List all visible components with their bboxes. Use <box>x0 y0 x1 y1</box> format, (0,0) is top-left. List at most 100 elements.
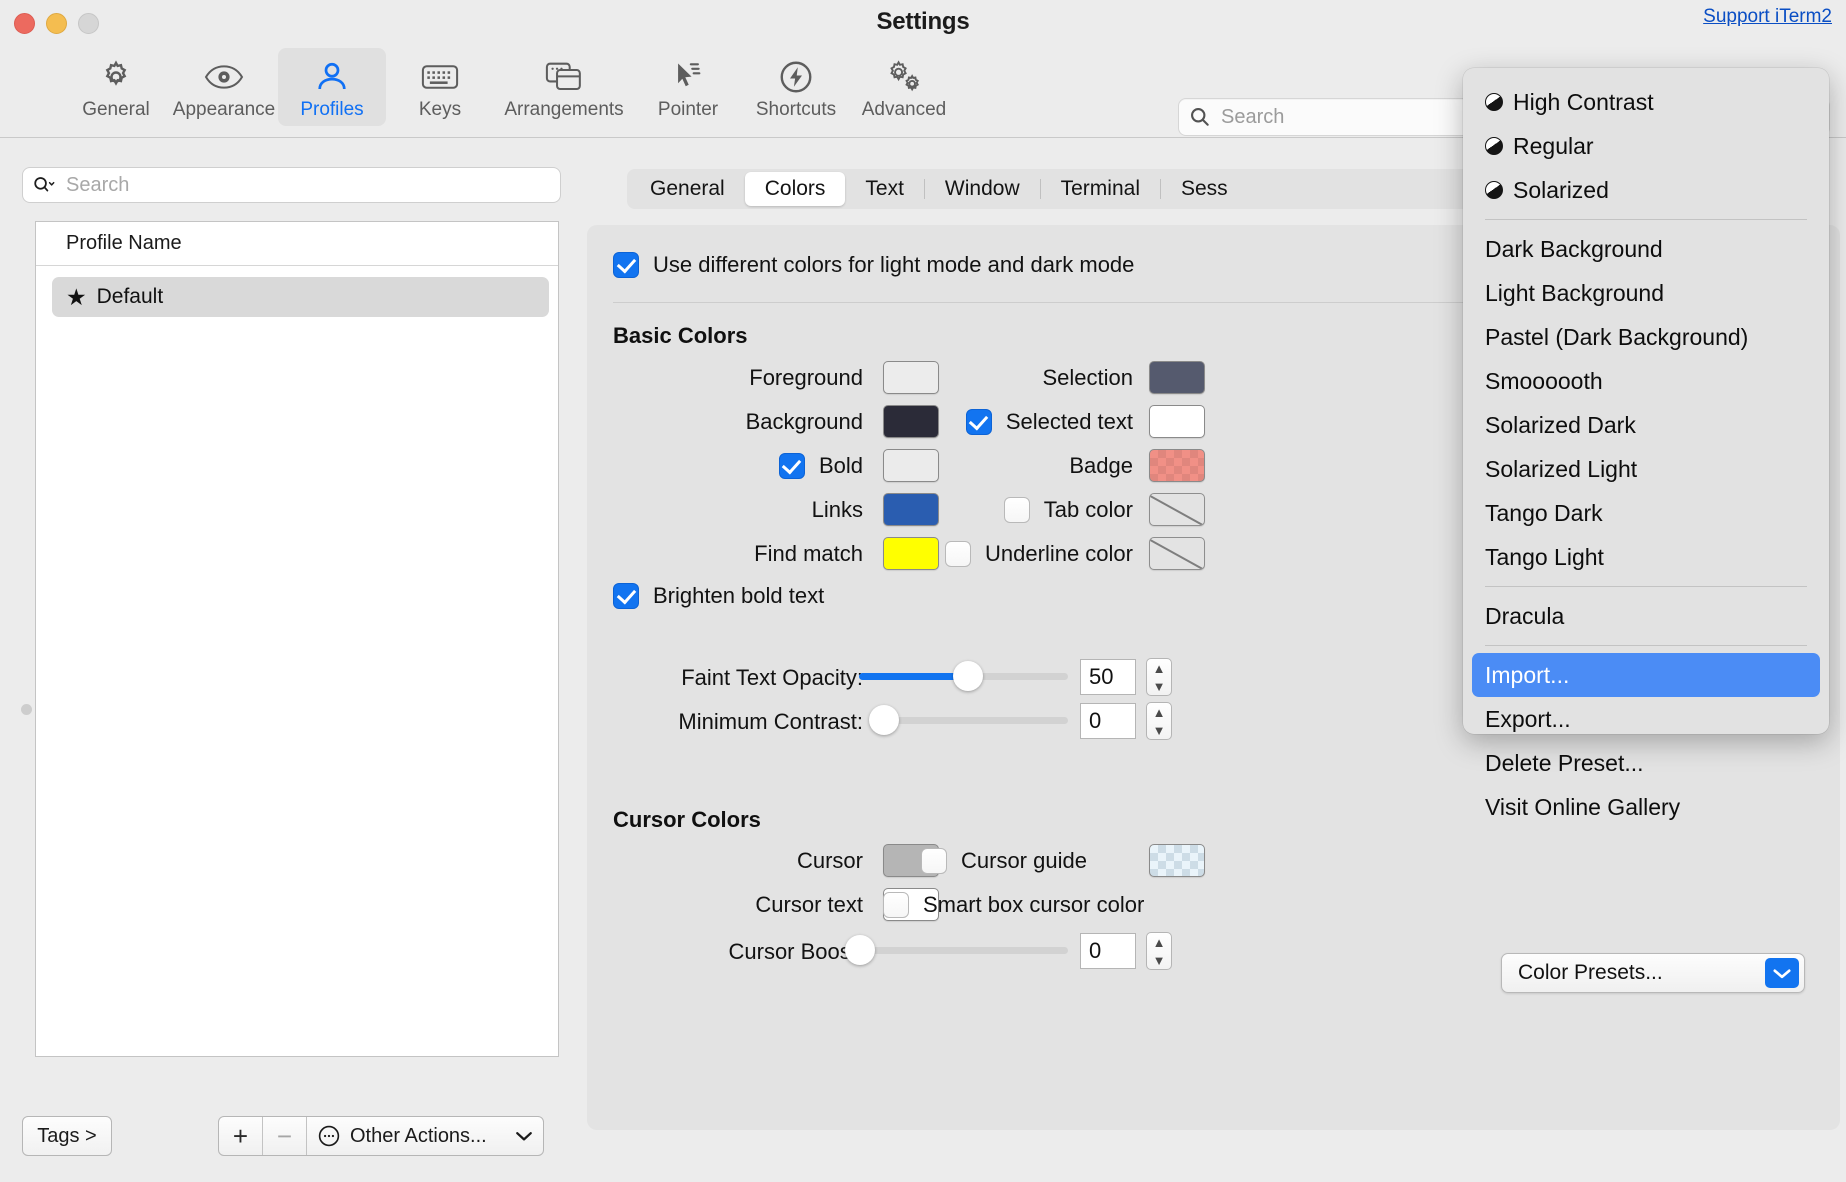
menu-item-visit-online-gallery[interactable]: Visit Online Gallery <box>1463 785 1829 829</box>
chevron-down-icon <box>516 1132 532 1141</box>
menu-item-label: Solarized <box>1513 176 1609 203</box>
color-presets-label: Color Presets... <box>1518 961 1663 984</box>
menu-item-light-background[interactable]: Light Background <box>1463 271 1829 315</box>
table-row[interactable]: ★ Default <box>52 277 549 317</box>
brighten-bold-row[interactable]: Brighten bold text <box>613 583 824 609</box>
menu-item-solarized-light[interactable]: Solarized Light <box>1463 447 1829 491</box>
selected-text-checkbox[interactable] <box>965 409 992 435</box>
toolbar-items: General Appearance Profiles Keys Arrange… <box>62 48 958 126</box>
tab-window[interactable]: Window <box>925 172 1040 206</box>
menu-item-high-contrast[interactable]: High Contrast <box>1463 80 1829 124</box>
links-label-wrap: Links <box>613 493 863 527</box>
tab-text[interactable]: Text <box>845 172 924 206</box>
tags-button[interactable]: Tags > <box>22 1116 112 1156</box>
chevron-down-icon[interactable] <box>1765 958 1799 988</box>
background-label: Background <box>745 409 863 434</box>
menu-item-tango-dark[interactable]: Tango Dark <box>1463 491 1829 535</box>
tab-colors[interactable]: Colors <box>744 172 846 206</box>
stepper-down-icon[interactable]: ▼ <box>1153 680 1166 693</box>
add-profile-button[interactable]: + <box>219 1117 263 1155</box>
background-label-wrap: Background <box>613 405 863 439</box>
cursor-boost-stepper[interactable]: ▲ ▼ <box>1146 932 1172 970</box>
support-iterm2-link[interactable]: Support iTerm2 <box>1703 6 1832 28</box>
toolbar-item-appearance[interactable]: Appearance <box>170 48 278 126</box>
find-match-label-wrap: Find match <box>613 537 863 571</box>
slider-knob[interactable] <box>869 705 899 735</box>
menu-item-delete-preset[interactable]: Delete Preset... <box>1463 741 1829 785</box>
cursor-guide-swatch[interactable] <box>1149 844 1205 877</box>
other-actions-popup[interactable]: Other Actions... <box>307 1117 543 1155</box>
use-different-colors-checkbox[interactable] <box>613 252 639 278</box>
cursor-label-wrap: Cursor <box>613 844 863 878</box>
toolbar-item-general[interactable]: General <box>62 48 170 126</box>
sidebar-bottom-bar: Tags > + − Other Actions... <box>22 1116 562 1160</box>
tab-color-swatch[interactable] <box>1149 493 1205 526</box>
menu-item-regular[interactable]: Regular <box>1463 124 1829 168</box>
cursor-icon <box>671 58 705 96</box>
menu-item-pastel-dark-background[interactable]: Pastel (Dark Background) <box>1463 315 1829 359</box>
stepper-down-icon[interactable]: ▼ <box>1153 724 1166 737</box>
faint-opacity-label-wrap: Faint Text Opacity: <box>613 661 863 695</box>
cursor-guide-checkbox[interactable] <box>921 848 947 874</box>
toolbar-item-pointer[interactable]: Pointer <box>634 48 742 126</box>
smart-box-cursor-checkbox[interactable] <box>883 892 909 918</box>
smart-box-cursor-row[interactable]: Smart box cursor color <box>883 888 1144 922</box>
min-contrast-slider[interactable] <box>869 705 1068 735</box>
toolbar-label: Keys <box>418 99 462 120</box>
toolbar-item-advanced[interactable]: Advanced <box>850 48 958 126</box>
faint-opacity-slider[interactable] <box>859 661 1068 691</box>
faint-opacity-label: Faint Text Opacity: <box>681 665 863 690</box>
cursor-boost-value[interactable]: 0 <box>1080 933 1136 969</box>
underline-color-checkbox[interactable] <box>945 541 972 567</box>
selected-text-swatch[interactable] <box>1149 405 1205 438</box>
menu-separator <box>1485 219 1807 220</box>
menu-item-tango-light[interactable]: Tango Light <box>1463 535 1829 579</box>
min-contrast-stepper[interactable]: ▲ ▼ <box>1146 702 1172 740</box>
menu-item-solarized[interactable]: Solarized <box>1463 168 1829 212</box>
slider-knob[interactable] <box>953 661 984 691</box>
cursor-boost-slider[interactable] <box>845 935 1068 965</box>
tab-color-checkbox[interactable] <box>1003 497 1030 523</box>
star-icon: ★ <box>66 283 87 310</box>
brighten-bold-checkbox[interactable] <box>613 583 639 609</box>
window-title: Settings <box>876 8 970 35</box>
cursor-guide-row[interactable]: Cursor guide <box>921 844 1087 878</box>
profile-name: Default <box>96 285 164 308</box>
min-contrast-value[interactable]: 0 <box>1080 703 1136 739</box>
faint-opacity-value[interactable]: 50 <box>1080 659 1136 695</box>
badge-swatch[interactable] <box>1149 449 1205 482</box>
toolbar-item-shortcuts[interactable]: Shortcuts <box>742 48 850 126</box>
profiles-table: Profile Name ★ Default <box>35 221 559 1057</box>
menu-item-smoooooth[interactable]: Smoooooth <box>1463 359 1829 403</box>
menu-item-solarized-dark[interactable]: Solarized Dark <box>1463 403 1829 447</box>
toolbar-item-profiles[interactable]: Profiles <box>278 48 386 126</box>
toolbar-label: Profiles <box>300 99 364 120</box>
stepper-down-icon[interactable]: ▼ <box>1153 954 1166 967</box>
slider-knob[interactable] <box>845 935 875 965</box>
toolbar-item-arrangements[interactable]: Arrangements <box>494 48 634 126</box>
color-presets-menu: High Contrast Regular Solarized Dark Bac… <box>1463 68 1829 820</box>
stepper-up-icon[interactable]: ▲ <box>1153 706 1166 719</box>
stepper-up-icon[interactable]: ▲ <box>1153 936 1166 949</box>
tab-general[interactable]: General <box>630 172 745 206</box>
cursor-text-label-wrap: Cursor text <box>613 888 863 922</box>
toolbar-item-keys[interactable]: Keys <box>386 48 494 126</box>
faint-opacity-stepper[interactable]: ▲ ▼ <box>1146 658 1172 696</box>
menu-item-import[interactable]: Import... <box>1472 653 1820 697</box>
color-presets-button[interactable]: Color Presets... <box>1501 953 1805 993</box>
tab-color-label: Tab color <box>1043 497 1133 522</box>
menu-item-export[interactable]: Export... <box>1463 697 1829 741</box>
split-divider-handle[interactable] <box>21 704 32 715</box>
remove-profile-button[interactable]: − <box>263 1117 307 1155</box>
underline-color-swatch[interactable] <box>1149 537 1205 570</box>
bold-checkbox[interactable] <box>778 453 805 479</box>
tab-session[interactable]: Sess <box>1161 172 1248 206</box>
selection-swatch[interactable] <box>1149 361 1205 394</box>
use-different-colors-row[interactable]: Use different colors for light mode and … <box>613 252 1134 278</box>
menu-item-dark-background[interactable]: Dark Background <box>1463 227 1829 271</box>
profile-search-input[interactable]: Search <box>22 167 561 203</box>
menu-item-dracula[interactable]: Dracula <box>1463 594 1829 638</box>
cursor-guide-label: Cursor guide <box>961 848 1087 873</box>
tab-terminal[interactable]: Terminal <box>1041 172 1160 206</box>
stepper-up-icon[interactable]: ▲ <box>1153 662 1166 675</box>
